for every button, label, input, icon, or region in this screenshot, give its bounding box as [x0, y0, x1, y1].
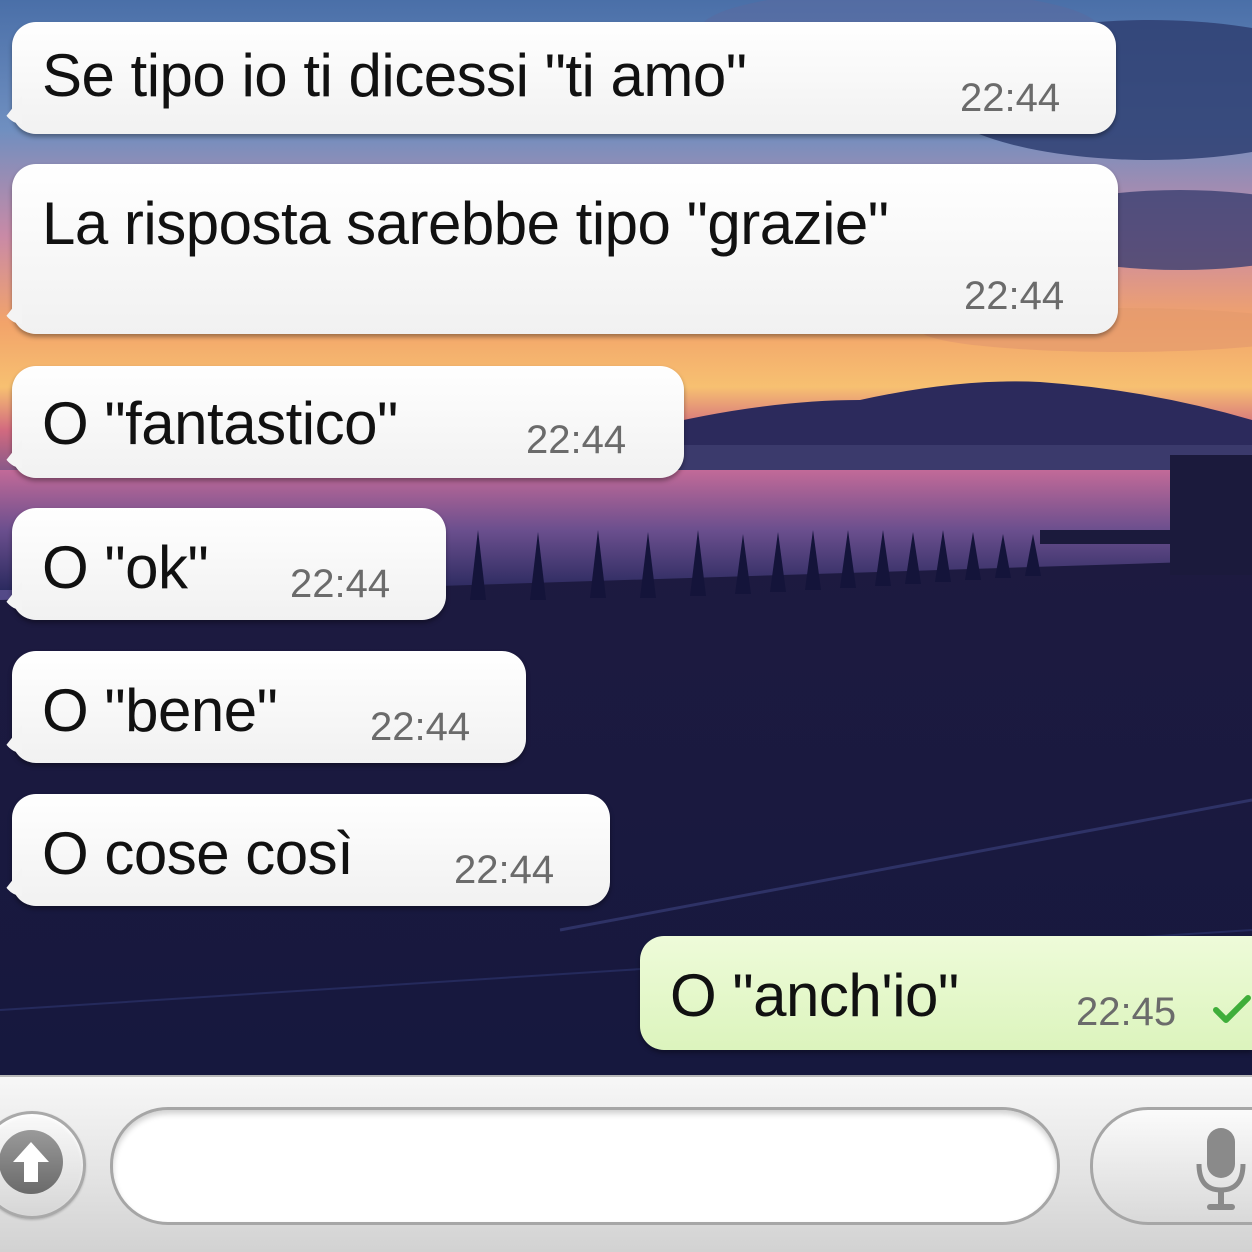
- sent-check-icon: [1213, 995, 1251, 1023]
- message-timestamp: 22:44: [526, 418, 627, 462]
- message-timestamp: 22:44: [454, 848, 555, 892]
- attach-button[interactable]: [0, 1111, 86, 1219]
- message-timestamp: 22:44: [370, 705, 471, 749]
- message-timestamp: 22:44: [964, 274, 1065, 318]
- message-bubble-incoming[interactable]: Se tipo io ti dicessi "ti amo" 22:44: [12, 22, 1116, 134]
- message-text: O "anch'io": [670, 962, 959, 1029]
- message-bubble-incoming[interactable]: O "ok" 22:44: [12, 508, 446, 620]
- message-timestamp: 22:44: [290, 562, 391, 606]
- message-bubble-incoming[interactable]: O "fantastico" 22:44: [12, 366, 684, 478]
- message-text: O "ok": [42, 534, 209, 601]
- message-bubble-outgoing[interactable]: O "anch'io" 22:45: [640, 936, 1252, 1050]
- upload-arrow-icon: [0, 1130, 63, 1194]
- message-bubble-incoming[interactable]: La risposta sarebbe tipo "grazie" 22:44: [12, 164, 1118, 334]
- message-text: Se tipo io ti dicessi "ti amo": [42, 42, 747, 109]
- message-timestamp: 22:45: [1076, 990, 1177, 1034]
- microphone-button[interactable]: [1090, 1107, 1252, 1225]
- message-text: O cose così: [42, 820, 354, 887]
- message-bubble-incoming[interactable]: O "bene" 22:44: [12, 651, 526, 763]
- message-bubble-incoming[interactable]: O cose così 22:44: [12, 794, 610, 906]
- message-text: O "fantastico": [42, 390, 398, 457]
- message-text: La risposta sarebbe tipo "grazie": [42, 190, 889, 257]
- message-composer: [0, 1075, 1252, 1252]
- microphone-icon: [1196, 1128, 1246, 1210]
- message-input[interactable]: [110, 1107, 1060, 1225]
- message-timestamp: 22:44: [960, 76, 1061, 120]
- message-text: O "bene": [42, 677, 278, 744]
